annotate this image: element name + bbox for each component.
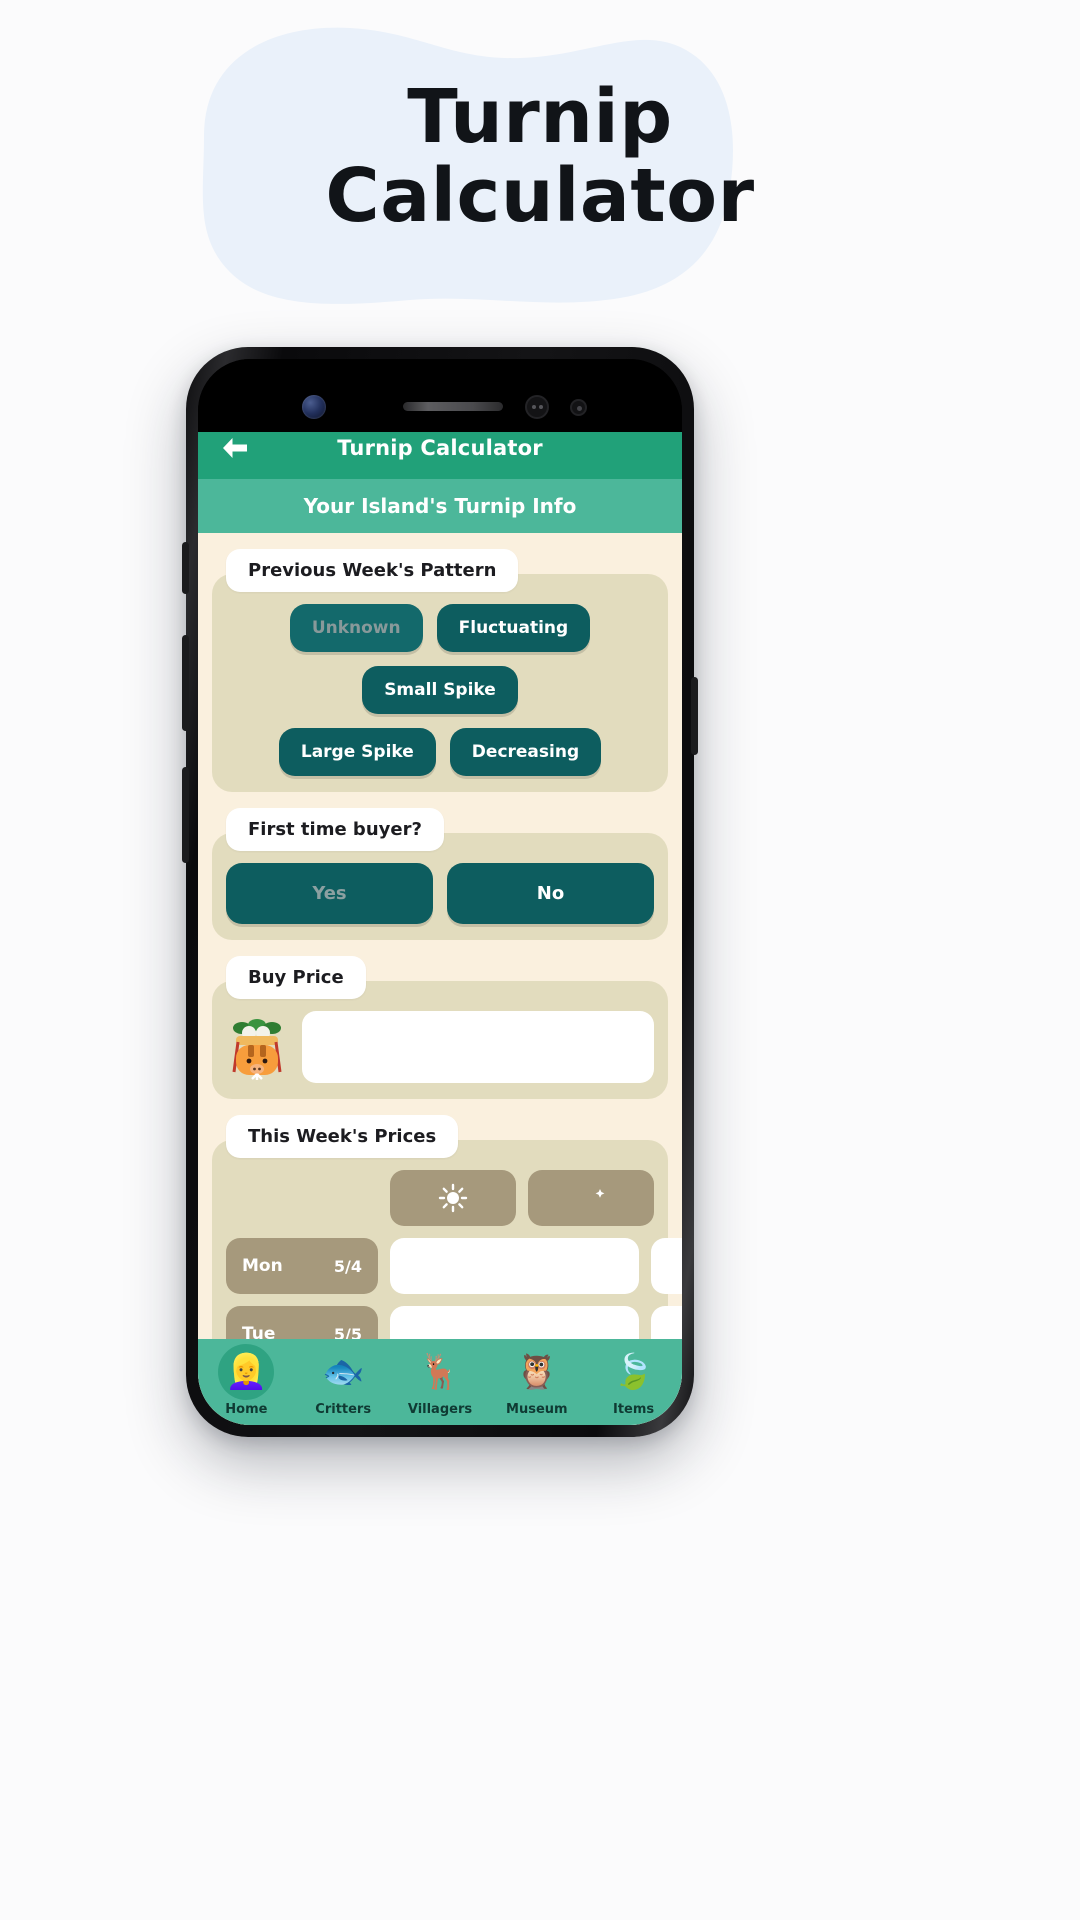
nav-critters-label: Critters	[315, 1401, 372, 1417]
pattern-button-row-1: Unknown Fluctuating Small Spike	[226, 604, 654, 714]
nav-item-home[interactable]: 👱‍♀️ Home	[198, 1343, 295, 1417]
back-arrow-glyph	[223, 438, 247, 458]
buy-price-section: Buy Price	[212, 956, 668, 1099]
pattern-option-large-spike[interactable]: Large Spike	[278, 728, 436, 776]
phone-power-button	[691, 677, 698, 755]
phone-screen-frame: Turnip Calculator Your Island's Turnip I…	[198, 359, 682, 1425]
price-input-mon-pm[interactable]	[651, 1238, 682, 1294]
table-row: Mon 5/4	[226, 1238, 682, 1294]
nav-item-items[interactable]: 🍃 Items	[585, 1344, 682, 1417]
pattern-section-body: Unknown Fluctuating Small Spike Large Sp…	[212, 574, 668, 792]
pattern-section-label: Previous Week's Pattern	[226, 549, 519, 592]
nav-item-museum[interactable]: 🦉 Museum	[488, 1344, 585, 1417]
nav-items-label: Items	[613, 1401, 655, 1417]
leaf-icon: 🍃	[606, 1344, 662, 1400]
section-subheader: Your Island's Turnip Info	[198, 479, 682, 533]
isabelle-icon: 👱‍♀️	[218, 1343, 275, 1400]
deer-icon: 🦌	[412, 1344, 468, 1400]
owl-icon: 🦉	[509, 1344, 565, 1400]
pattern-option-fluctuating[interactable]: Fluctuating	[436, 604, 591, 652]
pattern-option-small-spike[interactable]: Small Spike	[362, 666, 518, 714]
earpiece-speaker-icon	[403, 402, 503, 411]
page-title: Turnip Calculator	[0, 74, 1080, 240]
nav-home-label: Home	[225, 1401, 268, 1417]
hero-title-line-2: Calculator	[325, 153, 755, 240]
nav-item-villagers[interactable]: 🦌 Villagers	[392, 1344, 489, 1417]
moon-icon	[528, 1170, 654, 1226]
pattern-option-unknown[interactable]: Unknown	[289, 604, 423, 652]
previous-week-pattern-section: Previous Week's Pattern Unknown Fluctuat…	[212, 549, 668, 792]
nav-home-glyph: 👱‍♀️	[225, 1351, 268, 1392]
back-arrow-icon[interactable]	[218, 431, 252, 465]
first-time-buyer-section: First time buyer? Yes No	[212, 808, 668, 940]
moon-glyph	[584, 1186, 605, 1210]
bottom-navigation: 👱‍♀️ Home 🐟 Critters 🦌 Villagers	[198, 1339, 682, 1425]
prices-table-header-row	[226, 1170, 654, 1226]
prices-row-day-mon: Mon 5/4	[226, 1238, 378, 1294]
sun-icon	[390, 1170, 516, 1226]
nav-villagers-label: Villagers	[407, 1401, 473, 1417]
first-time-buyer-options: Yes No	[226, 863, 654, 924]
phone-notch	[198, 359, 682, 432]
buy-price-label: Buy Price	[226, 956, 366, 999]
first-time-buyer-no[interactable]: No	[447, 863, 654, 924]
pattern-option-decreasing[interactable]: Decreasing	[449, 728, 602, 776]
proximity-sensor-icon	[525, 395, 549, 419]
app-content: Previous Week's Pattern Unknown Fluctuat…	[198, 533, 682, 1425]
app-screen: Turnip Calculator Your Island's Turnip I…	[198, 417, 682, 1425]
pattern-button-row-2: Large Spike Decreasing	[226, 728, 654, 776]
daisy-mae-icon	[232, 1019, 282, 1080]
nav-museum-label: Museum	[506, 1401, 568, 1417]
day-name: Mon	[242, 1256, 283, 1276]
light-sensor-icon	[570, 399, 587, 416]
nav-items-glyph: 🍃	[612, 1351, 655, 1392]
this-week-prices-label: This Week's Prices	[226, 1115, 459, 1158]
price-input-mon-am[interactable]	[390, 1238, 639, 1294]
phone-mockup: Turnip Calculator Your Island's Turnip I…	[182, 347, 698, 1437]
prices-table-corner	[226, 1170, 378, 1226]
nav-item-critters[interactable]: 🐟 Critters	[295, 1344, 392, 1417]
phone-volume-button	[182, 767, 189, 863]
buy-price-row	[226, 1011, 654, 1083]
buy-price-input[interactable]	[302, 1011, 654, 1083]
hero-title-line-1: Turnip	[407, 74, 673, 160]
nav-critters-glyph: 🐟	[322, 1351, 365, 1392]
first-time-buyer-yes[interactable]: Yes	[226, 863, 433, 924]
nav-villagers-glyph: 🦌	[418, 1351, 462, 1392]
front-camera-icon	[302, 395, 326, 419]
hero-banner: Turnip Calculator	[0, 0, 1080, 330]
app-bar-title: Turnip Calculator	[337, 436, 543, 460]
sun-glyph	[438, 1183, 468, 1213]
fish-icon: 🐟	[315, 1344, 371, 1400]
first-time-buyer-label: First time buyer?	[226, 808, 444, 851]
nav-museum-glyph: 🦉	[515, 1351, 558, 1392]
day-date: 5/4	[333, 1256, 362, 1276]
